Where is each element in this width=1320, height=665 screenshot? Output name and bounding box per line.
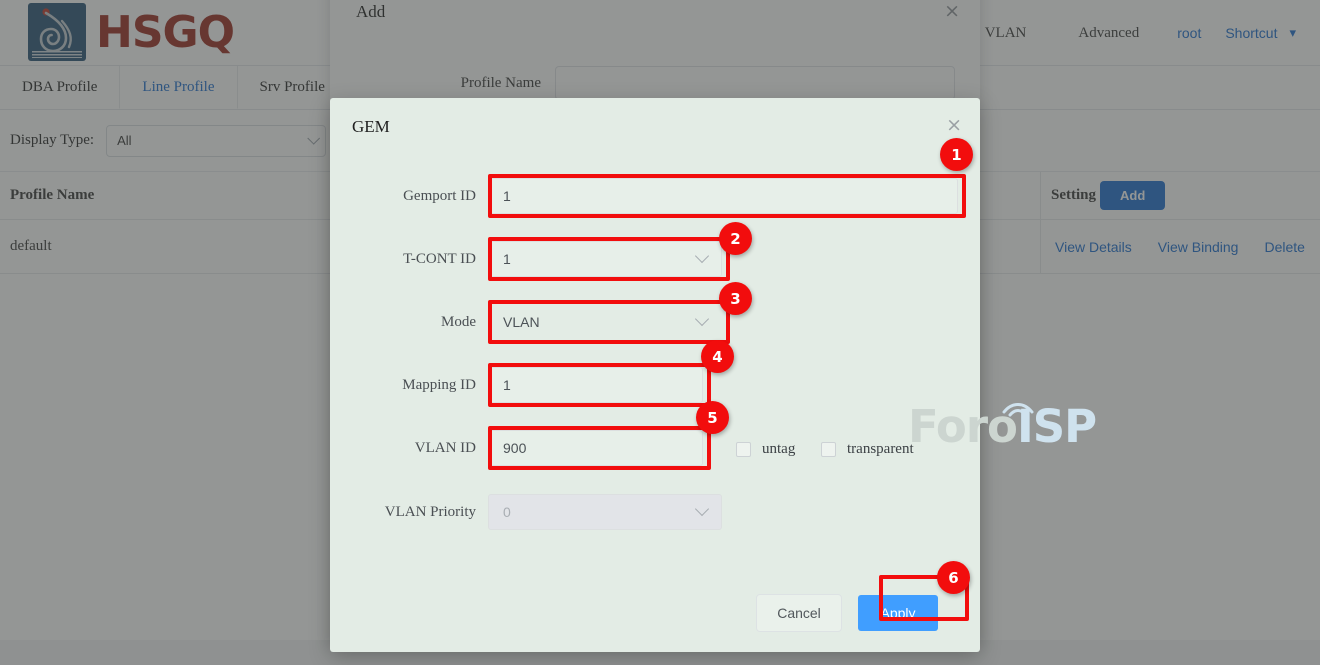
mode-label: Mode: [330, 314, 488, 331]
mode-value: VLAN: [503, 314, 540, 330]
vlan-priority-value: 0: [503, 504, 511, 520]
vlan-id-label: VLAN ID: [330, 440, 488, 457]
gem-dialog-title: GEM: [352, 117, 390, 137]
mode-select[interactable]: VLAN: [488, 304, 722, 340]
checkbox-untag[interactable]: untag: [736, 441, 795, 458]
mapping-id-input[interactable]: 1: [488, 367, 703, 403]
step-badge-1: 1: [940, 138, 973, 171]
gemport-id-label: Gemport ID: [330, 188, 488, 205]
screen-root: HSGQ VLAN Advanced root Shortcut ▾ DBA P…: [0, 0, 1320, 665]
field-row-mapping-id: Mapping ID 1: [330, 367, 980, 403]
tcont-id-select[interactable]: 1: [488, 241, 722, 277]
field-row-vlan-priority: VLAN Priority 0: [330, 494, 980, 530]
checkbox-box[interactable]: [736, 442, 751, 457]
chevron-down-icon: [695, 312, 709, 326]
step-badge-4: 4: [701, 340, 734, 373]
field-row-mode: Mode VLAN: [330, 304, 980, 340]
dialog-button-row: Cancel Apply: [756, 594, 938, 632]
step-badge-5: 5: [696, 401, 729, 434]
mapping-id-label: Mapping ID: [330, 377, 488, 394]
step-badge-2: 2: [719, 222, 752, 255]
tcont-id-value: 1: [503, 251, 511, 267]
checkbox-transparent[interactable]: transparent: [821, 441, 914, 458]
field-row-tcont-id: T-CONT ID 1: [330, 241, 980, 277]
gem-dialog: GEM × ForoISP Gemport ID 1 T-CONT ID 1: [330, 98, 980, 652]
step-badge-3: 3: [719, 282, 752, 315]
close-icon[interactable]: ×: [946, 116, 962, 135]
chevron-down-icon: [695, 249, 709, 263]
gemport-id-value: 1: [503, 188, 511, 204]
vlan-id-input[interactable]: 900: [488, 430, 703, 466]
chevron-down-icon: [695, 502, 709, 516]
gemport-id-input[interactable]: 1: [488, 178, 958, 214]
checkbox-transparent-label: transparent: [847, 441, 914, 458]
apply-button[interactable]: Apply: [858, 595, 938, 631]
vlan-priority-select: 0: [488, 494, 722, 530]
mapping-id-value: 1: [503, 377, 511, 393]
cancel-button[interactable]: Cancel: [756, 594, 842, 632]
vlan-id-value: 900: [503, 440, 526, 456]
vlan-priority-label: VLAN Priority: [330, 504, 488, 521]
checkbox-box[interactable]: [821, 442, 836, 457]
step-badge-6: 6: [937, 561, 970, 594]
field-row-gemport-id: Gemport ID 1: [330, 178, 980, 214]
checkbox-untag-label: untag: [762, 441, 795, 458]
wifi-arc-icon: [1000, 396, 1036, 418]
tcont-id-label: T-CONT ID: [330, 251, 488, 268]
